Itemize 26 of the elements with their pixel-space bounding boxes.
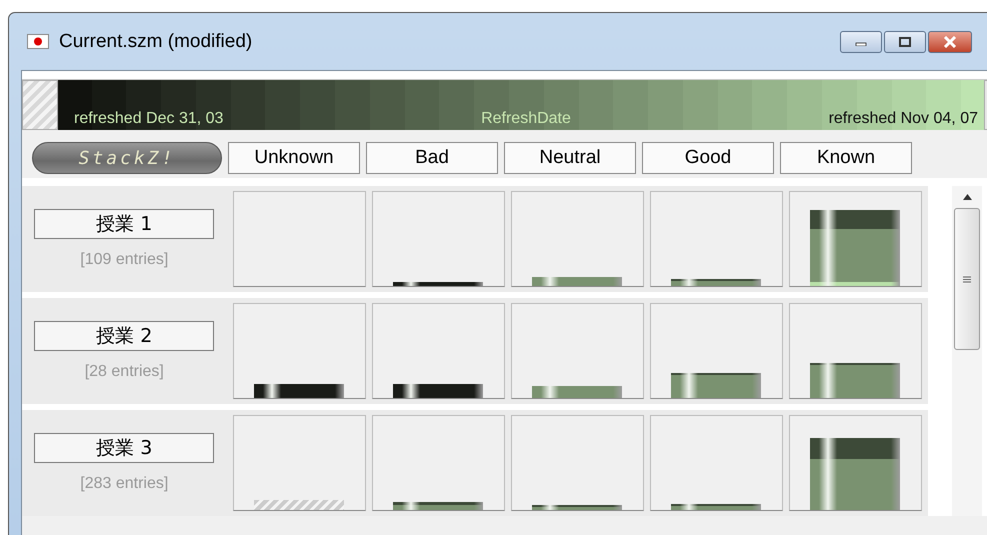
maximize-icon [899, 36, 911, 46]
window-title: Current.szm (modified) [59, 30, 252, 52]
end-date-label: refreshed Nov 04, 07 [828, 110, 978, 128]
left-end-handle[interactable] [22, 80, 58, 130]
entry-count: [109 entries] [80, 251, 168, 269]
minimize-button[interactable] [840, 30, 882, 52]
column-header: Unknown [228, 142, 360, 174]
entry-count: [28 entries] [84, 363, 164, 381]
stackz-logo-button[interactable]: StackZ! [32, 142, 222, 174]
entry-count: [283 entries] [80, 475, 168, 493]
range-title: RefreshDate [481, 110, 571, 128]
flag-icon [27, 34, 49, 49]
start-date-label: refreshed Dec 31, 03 [74, 110, 224, 128]
column-header: Good [642, 142, 774, 174]
column-header: Bad [366, 142, 498, 174]
close-button[interactable] [928, 30, 972, 52]
scroll-up-icon[interactable] [962, 194, 972, 200]
row-name[interactable]: 授業 1 [34, 209, 214, 239]
column-header: Neutral [504, 142, 636, 174]
row-name[interactable]: 授業 2 [34, 321, 214, 351]
maximize-button[interactable] [884, 30, 926, 52]
scroll-thumb[interactable] [954, 208, 980, 350]
close-icon [943, 36, 957, 48]
column-header: Known [780, 142, 912, 174]
row-name[interactable]: 授業 3 [34, 433, 214, 463]
vertical-scrollbar[interactable] [952, 186, 982, 516]
